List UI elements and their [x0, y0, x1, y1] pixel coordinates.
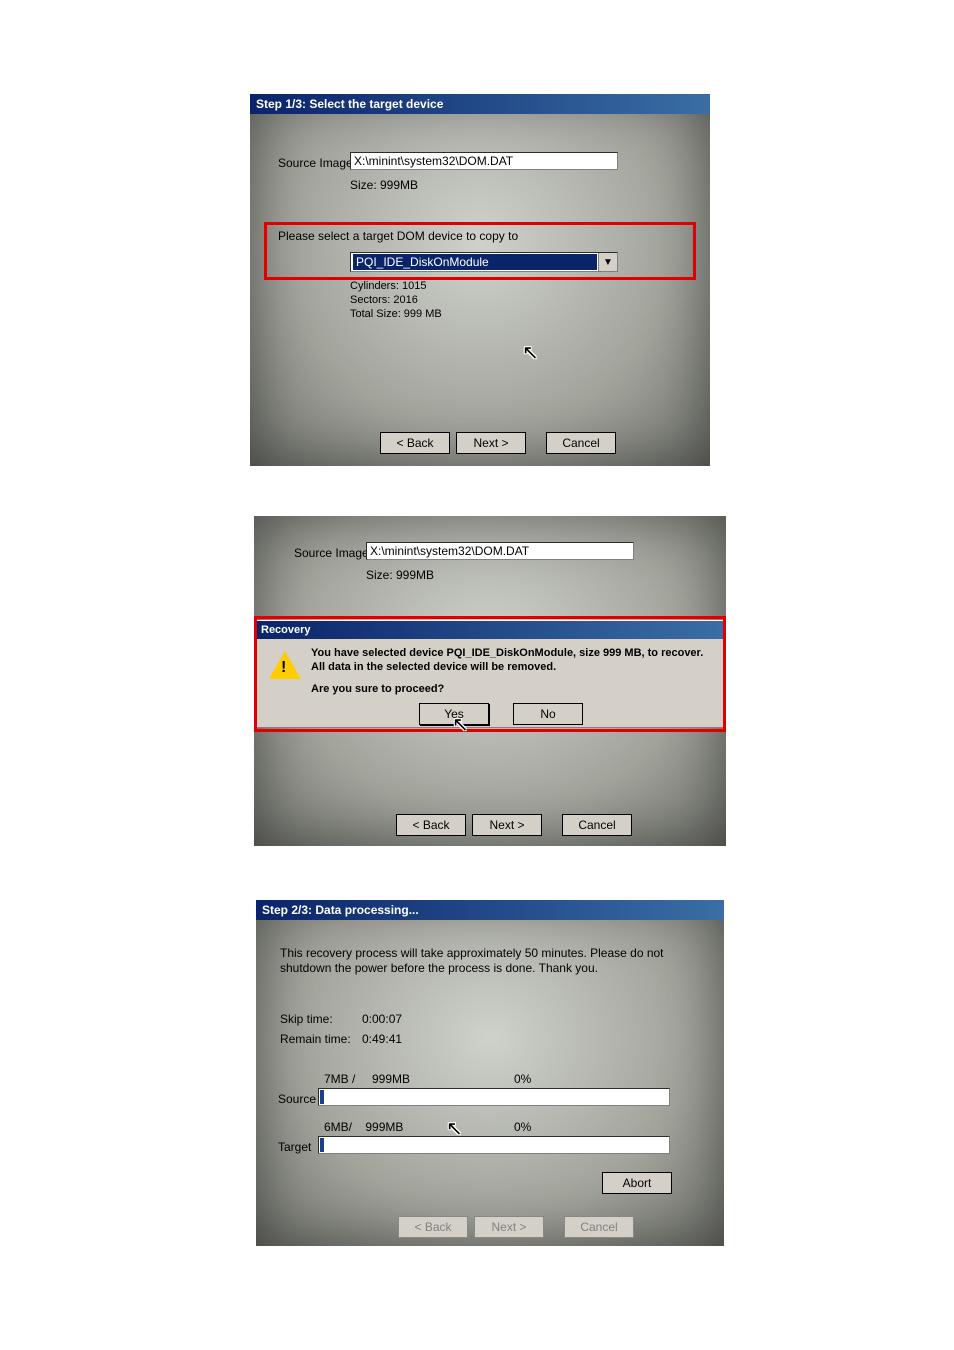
device-total-size: Total Size: 999 MB — [350, 308, 442, 320]
source-progress-fill — [320, 1090, 324, 1104]
source-image-label: Source Image — [294, 546, 369, 560]
mouse-cursor-icon: ↖ — [522, 340, 539, 365]
source-image-path[interactable]: X:\minint\system32\DOM.DAT — [366, 542, 634, 560]
screenshot-recovery-confirm: Source Image X:\minint\system32\DOM.DAT … — [254, 516, 726, 846]
next-button: Next > — [474, 1216, 544, 1238]
yes-button[interactable]: Yes — [419, 703, 489, 725]
source-size-label: Size: 999MB — [366, 568, 434, 582]
source-progress-text: 7MB / 999MB — [324, 1072, 410, 1086]
cancel-button[interactable]: Cancel — [546, 432, 616, 454]
cancel-button[interactable]: Cancel — [562, 814, 632, 836]
source-size-label: Size: 999MB — [350, 178, 418, 192]
next-button[interactable]: Next > — [456, 432, 526, 454]
screenshot-step2: Step 2/3: Data processing... This recove… — [256, 900, 724, 1246]
window-title: Step 2/3: Data processing... — [256, 900, 724, 920]
window-title: Step 1/3: Select the target device — [250, 94, 710, 114]
target-progress-fill — [320, 1138, 324, 1152]
abort-button[interactable]: Abort — [602, 1172, 672, 1194]
dialog-message-line1: You have selected device PQI_IDE_DiskOnM… — [311, 647, 721, 659]
dialog-title: Recovery — [255, 621, 725, 639]
target-row-label: Target — [278, 1140, 311, 1154]
target-percent: 0% — [514, 1120, 531, 1134]
target-device-dropdown[interactable]: PQI_IDE_DiskOnModule ▼ — [350, 252, 618, 272]
warning-icon — [269, 651, 301, 679]
target-device-selected: PQI_IDE_DiskOnModule — [353, 254, 597, 270]
select-device-prompt: Please select a target DOM device to cop… — [278, 229, 518, 243]
skip-time-label: Skip time: — [280, 1012, 333, 1026]
cancel-button: Cancel — [564, 1216, 634, 1238]
device-sectors: Sectors: 2016 — [350, 294, 418, 306]
dialog-message-line3: Are you sure to proceed? — [311, 683, 721, 695]
dialog-message-line2: All data in the selected device will be … — [311, 661, 721, 673]
source-progress-bar — [318, 1088, 670, 1106]
screenshot-step1: Step 1/3: Select the target device Sourc… — [250, 94, 710, 466]
remain-time-label: Remain time: — [280, 1032, 351, 1046]
source-image-path[interactable]: X:\minint\system32\DOM.DAT — [350, 152, 618, 170]
back-button[interactable]: < Back — [396, 814, 466, 836]
target-progress-text: 6MB/ 999MB — [324, 1120, 403, 1134]
device-cylinders: Cylinders: 1015 — [350, 280, 426, 292]
target-progress-bar — [318, 1136, 670, 1154]
recovery-confirm-dialog: Recovery You have selected device PQI_ID… — [254, 620, 726, 728]
back-button[interactable]: < Back — [380, 432, 450, 454]
next-button[interactable]: Next > — [472, 814, 542, 836]
source-percent: 0% — [514, 1072, 531, 1086]
process-message: This recovery process will take approxim… — [280, 946, 680, 976]
skip-time-value: 0:00:07 — [362, 1012, 402, 1026]
source-row-label: Source — [278, 1092, 316, 1106]
chevron-down-icon[interactable]: ▼ — [598, 253, 617, 271]
source-image-label: Source Image — [278, 156, 353, 170]
back-button: < Back — [398, 1216, 468, 1238]
no-button[interactable]: No — [513, 703, 583, 725]
remain-time-value: 0:49:41 — [362, 1032, 402, 1046]
